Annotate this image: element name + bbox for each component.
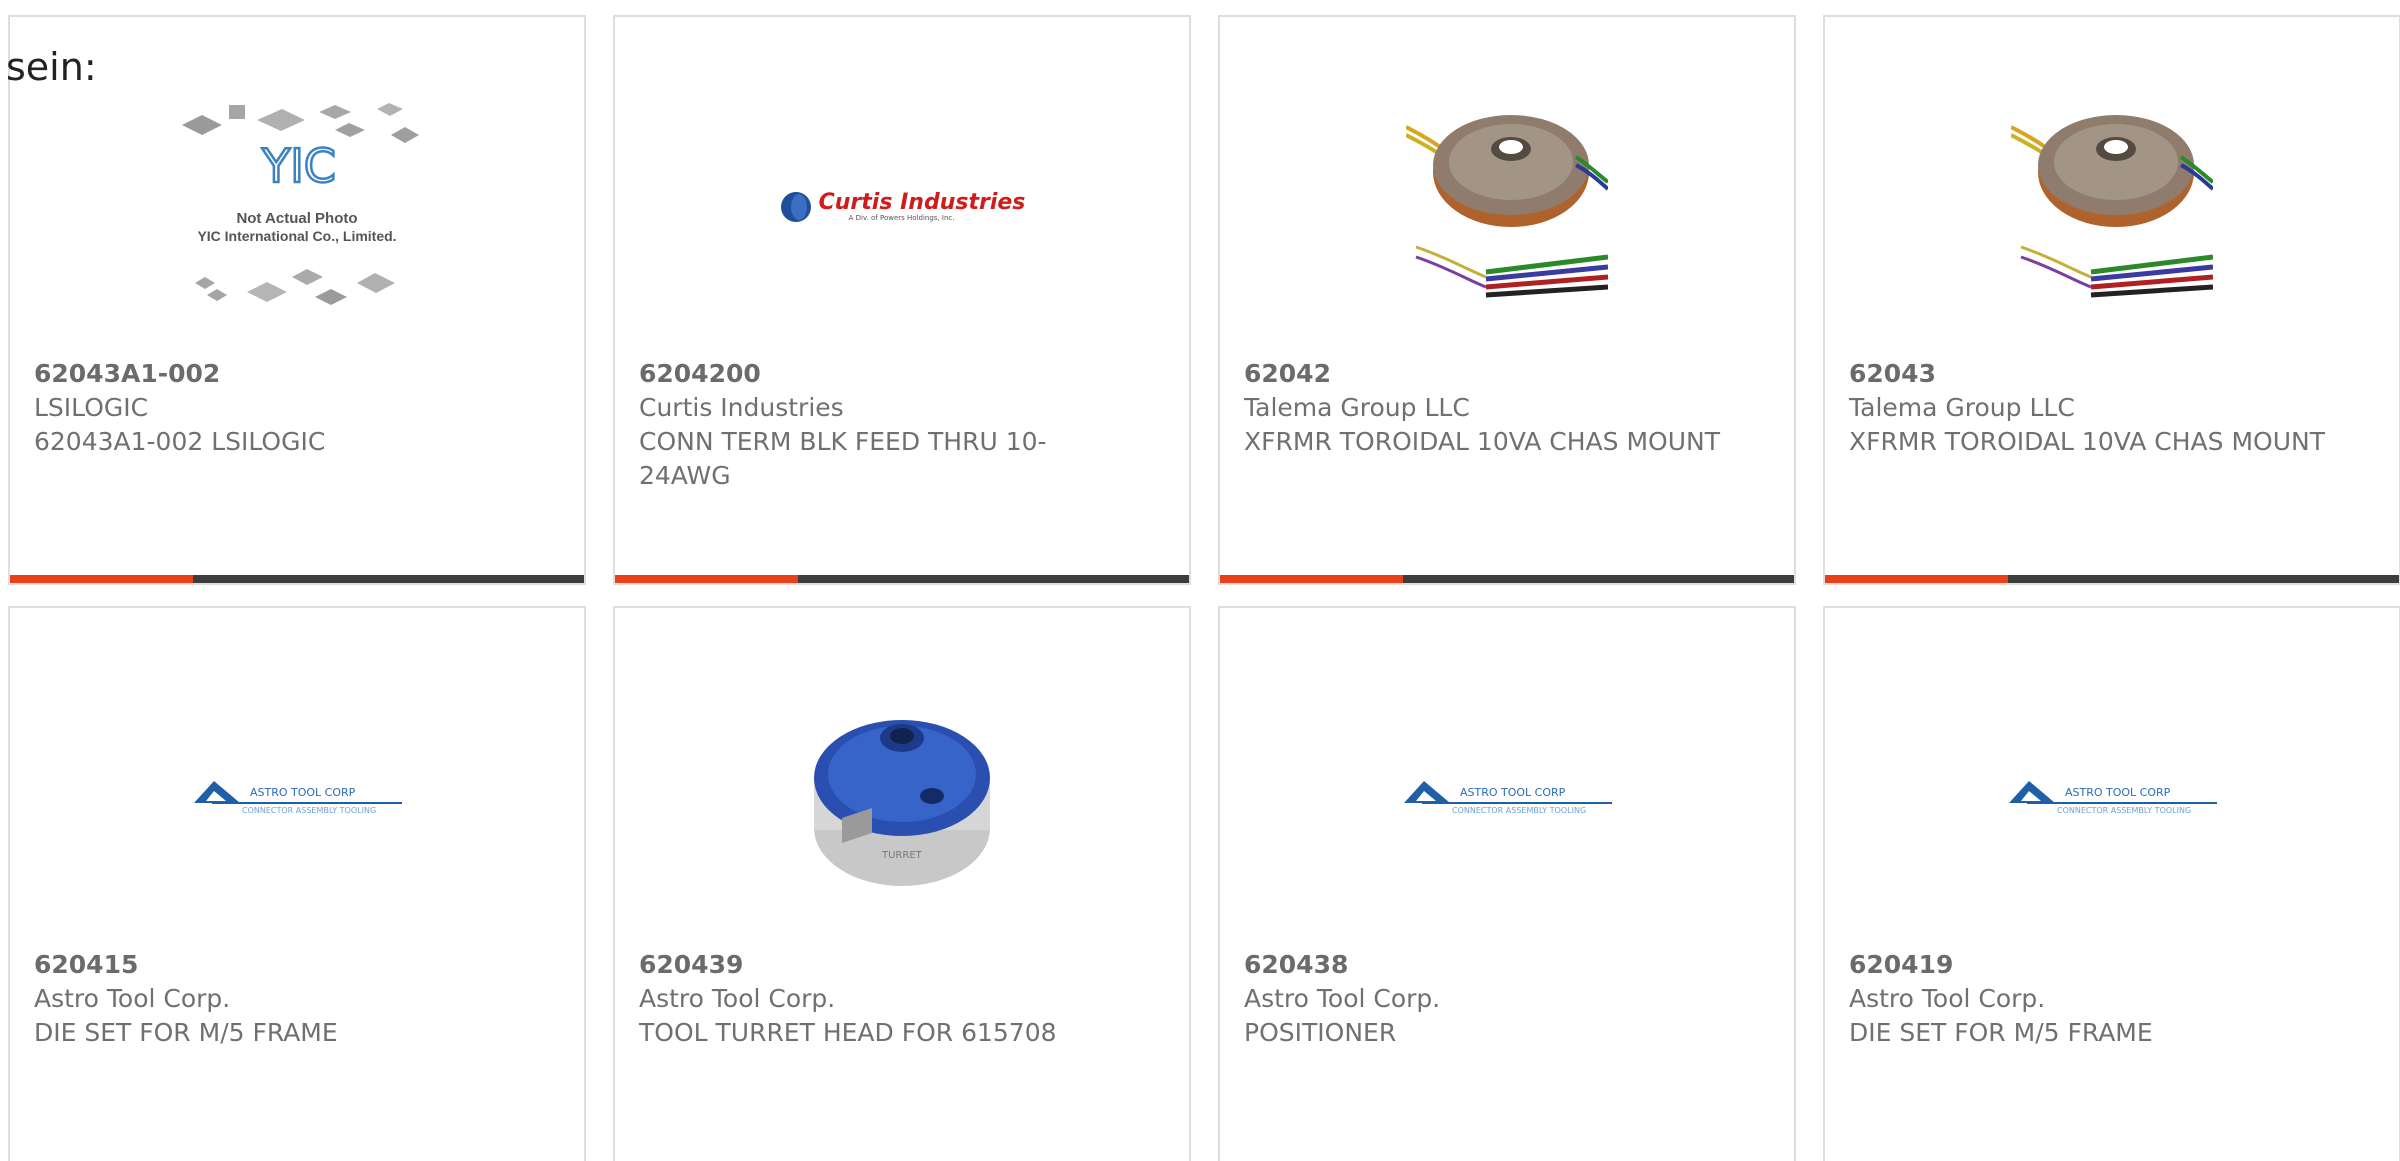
yic-placeholder-image: YIC Not Actual Photo YIC International C… — [182, 103, 419, 305]
product-image[interactable]: ASTRO TOOL CORP CONNECTOR ASSEMBLY TOOLI… — [1825, 648, 2399, 948]
manufacturer-name: Curtis Industries — [639, 393, 844, 422]
page: YIC Not Actual Photo YIC International C… — [0, 0, 2400, 1161]
product-card[interactable]: TURRET 620439 Astro Tool Corp. TOOL TURR… — [613, 606, 1191, 1161]
manufacturer-name: Astro Tool Corp. — [1244, 984, 1441, 1013]
product-description: DIE SET FOR M/5 FRAME — [1849, 1018, 2153, 1047]
card-accent-bar — [10, 575, 193, 583]
product-image[interactable]: YIC Not Actual Photo YIC International C… — [10, 57, 584, 357]
product-image[interactable]: Curtis Industries A Div. of Powers Holdi… — [615, 57, 1189, 357]
product-image[interactable] — [1825, 57, 2399, 357]
product-card[interactable]: ASTRO TOOL CORP CONNECTOR ASSEMBLY TOOLI… — [1823, 606, 2400, 1161]
toroidal-transformer-image — [2011, 107, 2213, 307]
card-bottom-bar — [615, 575, 1189, 583]
card-accent-bar — [1220, 575, 1403, 583]
not-actual-photo-label: Not Actual Photo — [236, 210, 357, 227]
astro-logo-subtext: CONNECTOR ASSEMBLY TOOLING — [1452, 806, 1586, 815]
manufacturer-name: Astro Tool Corp. — [1849, 984, 2046, 1013]
product-info: 62043 Talema Group LLC XFRMR TOROIDAL 10… — [1849, 357, 2339, 459]
card-accent-bar — [1825, 575, 2008, 583]
card-bottom-bar — [1825, 575, 2399, 583]
toroidal-transformer-image — [1406, 107, 1608, 307]
product-info: 620419 Astro Tool Corp. DIE SET FOR M/5 … — [1849, 948, 2339, 1050]
manufacturer-name: Talema Group LLC — [1849, 393, 2075, 422]
product-card[interactable]: Curtis Industries A Div. of Powers Holdi… — [613, 15, 1191, 585]
astro-logo-text: ASTRO TOOL CORP — [1460, 786, 1566, 799]
astro-logo-text: ASTRO TOOL CORP — [250, 786, 356, 799]
part-number[interactable]: 6204200 — [639, 357, 1129, 391]
astro-tool-logo: ASTRO TOOL CORP CONNECTOR ASSEMBLY TOOLI… — [1404, 781, 1612, 815]
product-info: 620438 Astro Tool Corp. POSITIONER — [1244, 948, 1734, 1050]
product-image[interactable]: TURRET — [615, 648, 1189, 948]
astro-logo-text: ASTRO TOOL CORP — [2065, 786, 2171, 799]
part-number[interactable]: 620415 — [34, 948, 524, 982]
product-info: 620415 Astro Tool Corp. DIE SET FOR M/5 … — [34, 948, 524, 1050]
product-description: POSITIONER — [1244, 1018, 1397, 1047]
card-bottom-bar — [1220, 575, 1794, 583]
product-image[interactable]: ASTRO TOOL CORP CONNECTOR ASSEMBLY TOOLI… — [10, 648, 584, 948]
yic-logo-text: YIC — [261, 139, 336, 193]
manufacturer-name: Talema Group LLC — [1244, 393, 1470, 422]
astro-tool-logo: ASTRO TOOL CORP CONNECTOR ASSEMBLY TOOLI… — [194, 781, 402, 815]
product-description: TOOL TURRET HEAD FOR 615708 — [639, 1018, 1057, 1047]
curtis-globe-icon — [780, 192, 811, 222]
card-bottom-bar — [10, 575, 584, 583]
product-card[interactable]: 62042 Talema Group LLC XFRMR TOROIDAL 10… — [1218, 15, 1796, 585]
product-card[interactable]: 62043 Talema Group LLC XFRMR TOROIDAL 10… — [1823, 15, 2400, 585]
part-number[interactable]: 620439 — [639, 948, 1129, 982]
product-info: 620439 Astro Tool Corp. TOOL TURRET HEAD… — [639, 948, 1129, 1050]
product-info: 6204200 Curtis Industries CONN TERM BLK … — [639, 357, 1129, 493]
part-number[interactable]: 62043A1-002 — [34, 357, 524, 391]
product-description: CONN TERM BLK FEED THRU 10-24AWG — [639, 427, 1047, 490]
part-number[interactable]: 62042 — [1244, 357, 1734, 391]
part-number[interactable]: 620419 — [1849, 948, 2339, 982]
svg-text:TURRET: TURRET — [881, 850, 923, 861]
manufacturer-name: Astro Tool Corp. — [34, 984, 231, 1013]
astro-tool-logo: ASTRO TOOL CORP CONNECTOR ASSEMBLY TOOLI… — [2009, 781, 2217, 815]
curtis-industries-logo: Curtis Industries A Div. of Powers Holdi… — [779, 190, 1026, 224]
astro-logo-subtext: CONNECTOR ASSEMBLY TOOLING — [242, 806, 376, 815]
turret-head-image: TURRET — [802, 698, 1002, 898]
product-info: 62043A1-002 LSILOGIC 62043A1-002 LSILOGI… — [34, 357, 524, 459]
product-grid: YIC Not Actual Photo YIC International C… — [8, 15, 2400, 1161]
product-image[interactable]: ASTRO TOOL CORP CONNECTOR ASSEMBLY TOOLI… — [1220, 648, 1794, 948]
product-image[interactable] — [1220, 57, 1794, 357]
curtis-logo-text: Curtis Industries — [818, 190, 1026, 215]
product-info: 62042 Talema Group LLC XFRMR TOROIDAL 10… — [1244, 357, 1734, 459]
product-card[interactable]: ASTRO TOOL CORP CONNECTOR ASSEMBLY TOOLI… — [8, 606, 586, 1161]
curtis-logo-subtext: A Div. of Powers Holdings, Inc. — [848, 214, 955, 222]
product-description: 62043A1-002 LSILOGIC — [34, 427, 326, 456]
card-accent-bar — [615, 575, 798, 583]
product-description: XFRMR TOROIDAL 10VA CHAS MOUNT — [1849, 427, 2325, 456]
yic-company-label: YIC International Co., Limited. — [197, 228, 396, 244]
product-description: DIE SET FOR M/5 FRAME — [34, 1018, 338, 1047]
part-number[interactable]: 62043 — [1849, 357, 2339, 391]
astro-logo-subtext: CONNECTOR ASSEMBLY TOOLING — [2057, 806, 2191, 815]
part-number[interactable]: 620438 — [1244, 948, 1734, 982]
header-fragment-text: sein: — [6, 45, 97, 89]
product-description: XFRMR TOROIDAL 10VA CHAS MOUNT — [1244, 427, 1720, 456]
manufacturer-name: LSILOGIC — [34, 393, 149, 422]
manufacturer-name: Astro Tool Corp. — [639, 984, 836, 1013]
product-card[interactable]: YIC Not Actual Photo YIC International C… — [8, 15, 586, 585]
product-card[interactable]: ASTRO TOOL CORP CONNECTOR ASSEMBLY TOOLI… — [1218, 606, 1796, 1161]
